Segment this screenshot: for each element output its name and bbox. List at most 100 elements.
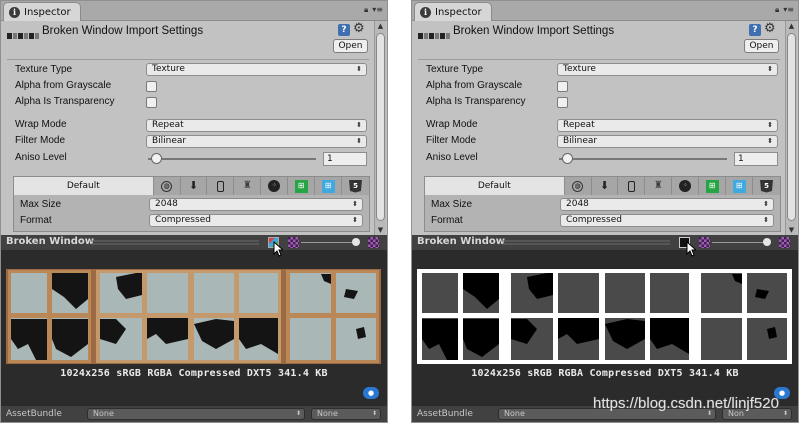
tab-blackberry[interactable]: ⁘	[672, 177, 700, 195]
scroll-down-icon[interactable]: ▼	[786, 225, 797, 235]
tag-icon[interactable]: ●	[363, 387, 379, 399]
tab-ios[interactable]	[618, 177, 646, 195]
assetbundle-variant-dropdown[interactable]: None ⬍	[311, 408, 381, 420]
tab-ios[interactable]	[207, 177, 235, 195]
inspector-panel-rgb: i Inspector 🔒︎ ▾≡ ▲ ▼ Broken Window Impo…	[0, 0, 388, 423]
drag-handle[interactable]	[91, 240, 259, 246]
max-size-value: 2048	[155, 199, 178, 209]
help-icon[interactable]: ?	[749, 24, 761, 36]
tab-android[interactable]: ♜	[645, 177, 673, 195]
texture-type-label: Texture Type	[426, 64, 484, 75]
tab-webgl[interactable]: 5	[342, 177, 369, 195]
assetbundle-label: AssetBundle	[417, 409, 473, 419]
mip-slider-knob[interactable]	[763, 238, 771, 246]
tab-windows-store[interactable]: ⊞	[288, 177, 316, 195]
filter-mode-dropdown[interactable]: Bilinear ⬍	[146, 135, 367, 148]
alpha-is-transparency-checkbox[interactable]	[557, 97, 568, 108]
alpha-from-grayscale-checkbox[interactable]	[557, 81, 568, 92]
scroll-thumb[interactable]	[376, 33, 385, 221]
open-button[interactable]: Open	[744, 39, 779, 53]
phone-icon	[627, 180, 635, 192]
alpha-is-transparency-label: Alpha Is Transparency	[15, 96, 115, 107]
aniso-level-slider-track[interactable]	[559, 158, 727, 160]
wrap-mode-dropdown[interactable]: Repeat ⬍	[146, 119, 367, 132]
tab-bar: i Inspector 🔒︎ ▾≡	[412, 1, 798, 21]
gear-icon[interactable]: ⚙	[764, 22, 776, 36]
assetbundle-name-dropdown[interactable]: None ⬍	[87, 408, 305, 420]
scroll-up-icon[interactable]: ▲	[375, 21, 386, 31]
alpha-is-transparency-checkbox[interactable]	[146, 97, 157, 108]
format-value: Compressed	[155, 215, 211, 225]
lock-icon[interactable]: 🔒︎	[775, 5, 779, 15]
android-icon: ♜	[242, 180, 252, 191]
tab-blackberry[interactable]: ⁘	[261, 177, 289, 195]
tab-standalone[interactable]: ⬇	[181, 177, 208, 195]
vertical-scrollbar[interactable]: ▲ ▼	[785, 21, 797, 235]
wrap-mode-value: Repeat	[152, 120, 184, 130]
aniso-level-field[interactable]: 1	[323, 152, 367, 166]
mip-slider[interactable]	[301, 242, 356, 243]
format-dropdown[interactable]: Compressed ⬍	[149, 214, 363, 227]
tab-windows-phone[interactable]: ⊞	[726, 177, 754, 195]
tab-windows-store[interactable]: ⊞	[699, 177, 727, 195]
aniso-level-label: Aniso Level	[15, 152, 67, 163]
tab-windows-phone[interactable]: ⊞	[315, 177, 343, 195]
menu-icon[interactable]: ▾≡	[372, 5, 383, 15]
max-size-dropdown[interactable]: 2048 ⬍	[560, 198, 774, 211]
tab-web[interactable]: ◍	[154, 177, 181, 195]
tab-webgl[interactable]: 5	[753, 177, 780, 195]
updown-arrow-icon: ⬍	[767, 65, 773, 73]
globe-icon: ◍	[572, 180, 584, 192]
asset-title: Broken Window Import Settings	[453, 25, 615, 37]
aniso-level-field[interactable]: 1	[734, 152, 778, 166]
updown-arrow-icon: ⬍	[356, 65, 362, 73]
menu-icon[interactable]: ▾≡	[783, 5, 794, 15]
gear-icon[interactable]: ⚙	[353, 22, 365, 36]
open-button[interactable]: Open	[333, 39, 368, 53]
scroll-up-icon[interactable]: ▲	[786, 21, 797, 31]
watermark-url: https://blog.csdn.net/linjf520	[593, 395, 779, 412]
aniso-level-slider-knob[interactable]	[151, 153, 162, 164]
scroll-down-icon[interactable]: ▼	[375, 225, 386, 235]
texture-type-label: Texture Type	[15, 64, 73, 75]
divider	[7, 59, 369, 60]
tab-default[interactable]: Default	[425, 177, 565, 195]
texture-info: 1024x256 sRGB RGBA Compressed DXT5 341.4…	[471, 368, 739, 379]
tab-default[interactable]: Default	[14, 177, 154, 195]
tab-standalone[interactable]: ⬇	[592, 177, 619, 195]
windows-store-icon: ⊞	[294, 179, 308, 193]
aniso-level-slider-track[interactable]	[148, 158, 316, 160]
mip-slider-knob[interactable]	[352, 238, 360, 246]
mipmap-large-icon	[779, 237, 790, 248]
aniso-level-label: Aniso Level	[426, 152, 478, 163]
platform-settings: Default ◍ ⬇ ♜ ⁘ ⊞ ⊞ 5 Max Size 2048 ⬍ For…	[13, 176, 370, 232]
texture-type-value: Texture	[152, 64, 185, 74]
mip-slider[interactable]	[712, 242, 767, 243]
updown-arrow-icon: ⬍	[352, 200, 358, 208]
tab-label: Inspector	[435, 6, 482, 18]
windows-store-icon: ⊞	[705, 179, 719, 193]
texture-type-dropdown[interactable]: Texture ⬍	[557, 63, 778, 76]
help-icon[interactable]: ?	[338, 24, 350, 36]
preview-header: Broken Window	[1, 235, 387, 250]
tab-web[interactable]: ◍	[565, 177, 592, 195]
wrap-mode-dropdown[interactable]: Repeat ⬍	[557, 119, 778, 132]
tab-tools: 🔒︎ ▾≡	[775, 5, 794, 15]
updown-arrow-icon: ⬍	[371, 410, 377, 417]
max-size-dropdown[interactable]: 2048 ⬍	[149, 198, 363, 211]
tab-inspector[interactable]: i Inspector	[414, 2, 492, 21]
assetbundle-bar: AssetBundle None ⬍ None ⬍	[1, 406, 387, 422]
divider	[418, 59, 780, 60]
texture-type-dropdown[interactable]: Texture ⬍	[146, 63, 367, 76]
vertical-scrollbar[interactable]: ▲ ▼	[374, 21, 386, 235]
format-dropdown[interactable]: Compressed ⬍	[560, 214, 774, 227]
lock-icon[interactable]: 🔒︎	[364, 5, 368, 15]
alpha-from-grayscale-checkbox[interactable]	[146, 81, 157, 92]
aniso-level-slider-knob[interactable]	[562, 153, 573, 164]
drag-handle[interactable]	[502, 240, 670, 246]
tab-inspector[interactable]: i Inspector	[3, 2, 81, 21]
tab-android[interactable]: ♜	[234, 177, 262, 195]
preview-title: Broken Window	[6, 236, 95, 247]
filter-mode-dropdown[interactable]: Bilinear ⬍	[557, 135, 778, 148]
scroll-thumb[interactable]	[787, 33, 796, 221]
